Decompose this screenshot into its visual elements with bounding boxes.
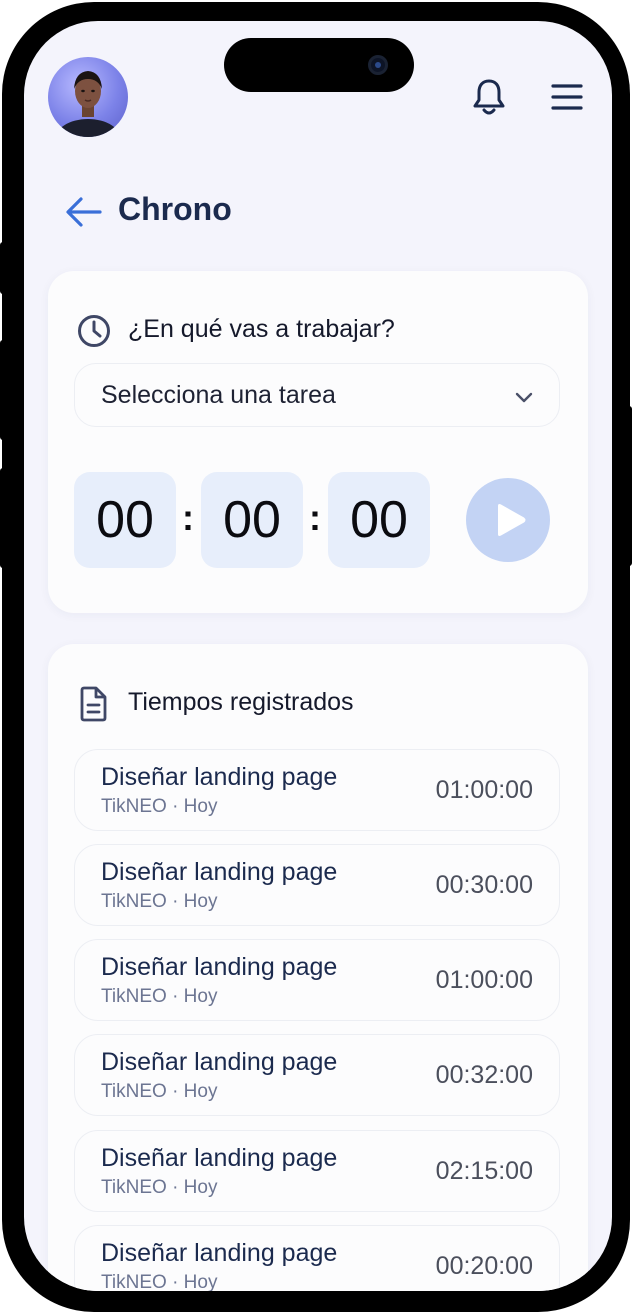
entry-task: Diseñar landing page — [101, 763, 338, 791]
entry-duration: 02:15:00 — [435, 1157, 533, 1185]
phone-frame: Chrono ¿En qué vas a trabajar? Seleccion… — [0, 2, 632, 1312]
time-entry[interactable]: Diseñar landing page TikNEO · Hoy 01:00:… — [74, 939, 560, 1021]
page-title: Chrono — [118, 191, 232, 227]
entry-meta: TikNEO · Hoy — [101, 1272, 218, 1291]
entry-meta: TikNEO · Hoy — [101, 986, 218, 1007]
screen: Chrono ¿En qué vas a trabajar? Seleccion… — [24, 21, 612, 1291]
time-entry[interactable]: Diseñar landing page TikNEO · Hoy 00:32:… — [74, 1034, 560, 1116]
entry-duration: 01:00:00 — [435, 776, 533, 804]
timer-seconds: 00 — [328, 472, 430, 568]
time-entry[interactable]: Diseñar landing page TikNEO · Hoy 02:15:… — [74, 1130, 560, 1212]
volume-up-button — [0, 340, 6, 440]
timer-separator: : — [182, 497, 194, 538]
clock-icon — [78, 315, 110, 347]
bell-icon[interactable] — [471, 78, 507, 118]
arrow-left-icon[interactable] — [64, 194, 104, 230]
entry-duration: 01:00:00 — [435, 966, 533, 994]
time-entry[interactable]: Diseñar landing page TikNEO · Hoy 00:30:… — [74, 844, 560, 926]
entry-duration: 00:32:00 — [435, 1061, 533, 1089]
time-entry[interactable]: Diseñar landing page TikNEO · Hoy 00:20:… — [74, 1225, 560, 1291]
play-icon — [498, 504, 526, 536]
entry-meta: TikNEO · Hoy — [101, 1081, 218, 1102]
hamburger-menu-icon[interactable] — [550, 80, 584, 114]
camera-icon — [368, 55, 388, 75]
document-icon — [80, 686, 107, 722]
power-button — [626, 406, 632, 566]
entry-task: Diseñar landing page — [101, 858, 338, 886]
entry-task: Diseñar landing page — [101, 953, 338, 981]
volume-down-button — [0, 468, 6, 568]
entry-meta: TikNEO · Hoy — [101, 1177, 218, 1198]
entry-task: Diseñar landing page — [101, 1239, 338, 1267]
dynamic-island — [224, 38, 414, 92]
entry-task: Diseñar landing page — [101, 1144, 338, 1172]
task-select-value: Selecciona una tarea — [101, 381, 336, 409]
entry-meta: TikNEO · Hoy — [101, 796, 218, 817]
task-select[interactable]: Selecciona una tarea — [74, 363, 560, 427]
section-title: Tiempos registrados — [128, 688, 354, 716]
person-icon — [54, 71, 122, 137]
timer-hours: 00 — [74, 472, 176, 568]
timer-card: ¿En qué vas a trabajar? Selecciona una t… — [48, 271, 588, 613]
avatar[interactable] — [48, 57, 128, 137]
logged-times-card: Tiempos registrados Diseñar landing page… — [48, 644, 588, 1291]
chevron-down-icon — [515, 392, 533, 403]
time-entry[interactable]: Diseñar landing page TikNEO · Hoy 01:00:… — [74, 749, 560, 831]
entry-duration: 00:20:00 — [435, 1252, 533, 1280]
entry-duration: 00:30:00 — [435, 871, 533, 899]
play-button[interactable] — [466, 478, 550, 562]
action-button — [0, 242, 6, 294]
task-question: ¿En qué vas a trabajar? — [128, 315, 395, 343]
entry-meta: TikNEO · Hoy — [101, 891, 218, 912]
timer-separator: : — [309, 497, 321, 538]
timer-minutes: 00 — [201, 472, 303, 568]
entry-task: Diseñar landing page — [101, 1048, 338, 1076]
